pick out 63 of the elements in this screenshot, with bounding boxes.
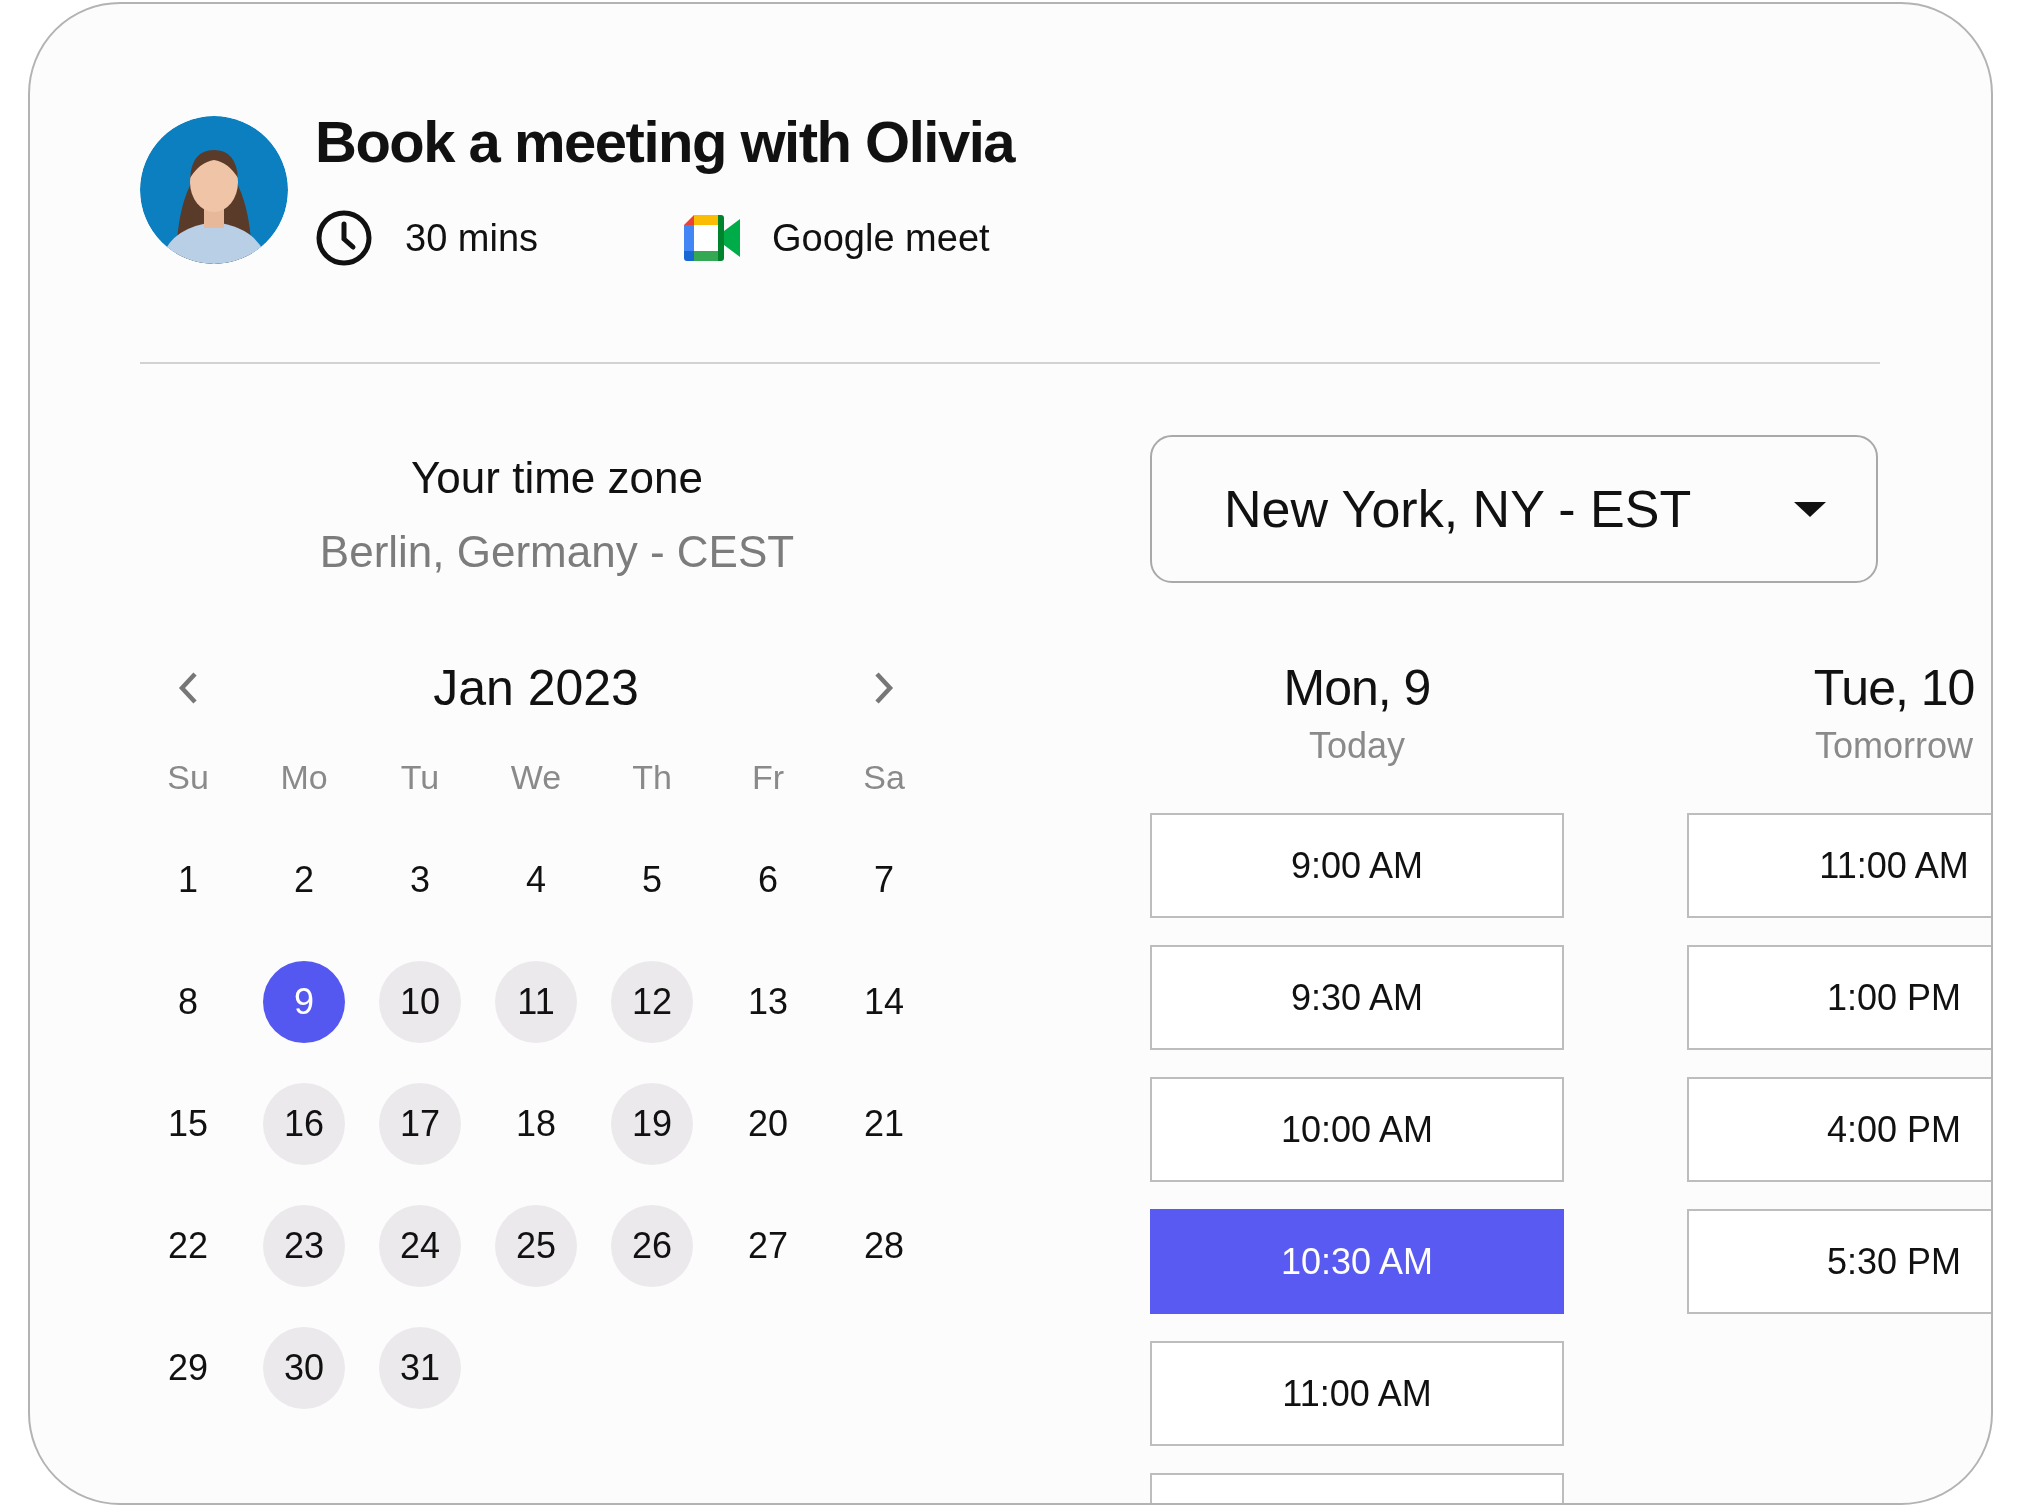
calendar-day[interactable]: 8: [147, 961, 229, 1043]
time-slot[interactable]: 11:00 AM: [1150, 1341, 1564, 1446]
clock-icon: [315, 209, 373, 267]
calendar-day[interactable]: 9: [263, 961, 345, 1043]
weekday-label: Fr: [750, 757, 786, 798]
time-slot[interactable]: 10:30 AM: [1150, 1209, 1564, 1314]
calendar-day[interactable]: 25: [495, 1205, 577, 1287]
duration-text: 30 mins: [405, 216, 539, 260]
calendar-day[interactable]: 5: [611, 839, 693, 921]
calendar-day[interactable]: 27: [727, 1205, 809, 1287]
calendar-day[interactable]: 15: [147, 1083, 229, 1165]
calendar-day[interactable]: 14: [843, 961, 925, 1043]
time-slot[interactable]: 11:00 AM: [1687, 813, 1991, 918]
calendar-day[interactable]: 19: [611, 1083, 693, 1165]
day-heading: Tue, 10: [1813, 659, 1975, 718]
time-slot[interactable]: 5:30 PM: [1687, 1209, 1991, 1314]
time-slot[interactable]: 9:00 AM: [1150, 813, 1564, 918]
calendar-day[interactable]: 6: [727, 839, 809, 921]
calendar-day[interactable]: 3: [379, 839, 461, 921]
calendar-day[interactable]: 17: [379, 1083, 461, 1165]
calendar-day[interactable]: 30: [263, 1327, 345, 1409]
timezone-dropdown[interactable]: New York, NY - EST: [1150, 435, 1878, 583]
calendar-day[interactable]: 10: [379, 961, 461, 1043]
calendar-day[interactable]: 20: [727, 1083, 809, 1165]
calendar-day[interactable]: 12: [611, 961, 693, 1043]
calendar-day[interactable]: 26: [611, 1205, 693, 1287]
time-slot[interactable]: 1:00 PM: [1687, 945, 1991, 1050]
page-title: Book a meeting with Olivia: [315, 108, 1015, 176]
day-subtitle: Tomorrow: [1815, 724, 1973, 768]
timezone-value: Berlin, Germany - CEST: [318, 526, 796, 578]
chevron-right-icon: [873, 670, 895, 706]
weekday-label: Th: [631, 757, 673, 798]
weekday-label: Mo: [279, 757, 329, 798]
calendar-day[interactable]: 4: [495, 839, 577, 921]
calendar-day[interactable]: 21: [843, 1083, 925, 1165]
calendar-day[interactable]: 23: [263, 1205, 345, 1287]
day-heading: Mon, 9: [1283, 659, 1431, 718]
caret-icon: [1792, 500, 1828, 518]
calendar-day[interactable]: 18: [495, 1083, 577, 1165]
calendar-day[interactable]: 28: [843, 1205, 925, 1287]
calendar-day[interactable]: 11: [495, 961, 577, 1043]
meeting-app-text: Google meet: [772, 216, 990, 260]
calendar-day[interactable]: 7: [843, 839, 925, 921]
weekday-label: We: [509, 757, 563, 798]
time-slot[interactable]: 9:30 AM: [1150, 945, 1564, 1050]
month-title: Jan 2023: [432, 659, 640, 718]
calendar-day[interactable]: 31: [379, 1327, 461, 1409]
chevron-left-icon: [177, 670, 199, 706]
calendar-day[interactable]: 13: [727, 961, 809, 1043]
video-camera-icon: [684, 215, 740, 261]
calendar-day[interactable]: 22: [147, 1205, 229, 1287]
time-slot[interactable]: 4:00 PM: [1687, 1077, 1991, 1182]
calendar-day[interactable]: 2: [263, 839, 345, 921]
calendar-day[interactable]: 16: [263, 1083, 345, 1165]
timezone-label: Your time zone: [410, 452, 704, 504]
day-subtitle: Today: [1308, 724, 1406, 768]
weekday-label: Su: [166, 757, 210, 798]
weekday-label: Sa: [862, 757, 906, 798]
weekday-label: Tu: [399, 757, 441, 798]
time-slot[interactable]: 10:00 AM: [1150, 1077, 1564, 1182]
calendar-day[interactable]: 24: [379, 1205, 461, 1287]
calendar-day[interactable]: 1: [147, 839, 229, 921]
calendar-day[interactable]: 29: [147, 1327, 229, 1409]
